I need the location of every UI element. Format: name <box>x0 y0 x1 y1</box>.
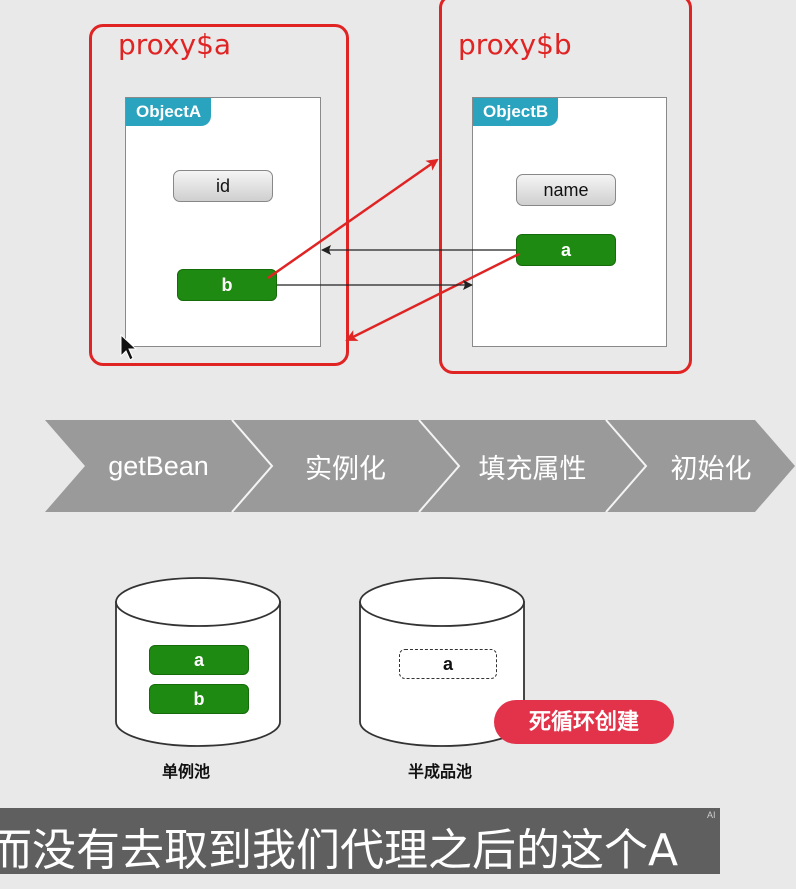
flow-step-initialize: 初始化 <box>670 453 752 484</box>
half-pool-item-a: a <box>399 649 497 679</box>
subtitle-text: 而没有去取到我们代理之后的这个A <box>0 825 679 874</box>
flow-step-getbean: getBean <box>108 450 209 481</box>
flow-step-instantiate: 实例化 <box>305 453 386 484</box>
singleton-item-a: a <box>149 645 249 675</box>
watermark: AI <box>707 810 716 820</box>
singleton-pool-label: 单例池 <box>162 764 211 781</box>
video-subtitle: 而没有去取到我们代理之后的这个A <box>0 808 720 874</box>
warning-badge: 死循环创建 <box>494 700 674 744</box>
flow-step-populate: 填充属性 <box>478 453 587 484</box>
singleton-item-b: b <box>149 684 249 714</box>
half-pool-label: 半成品池 <box>408 764 473 781</box>
pool-cylinders <box>115 577 525 747</box>
